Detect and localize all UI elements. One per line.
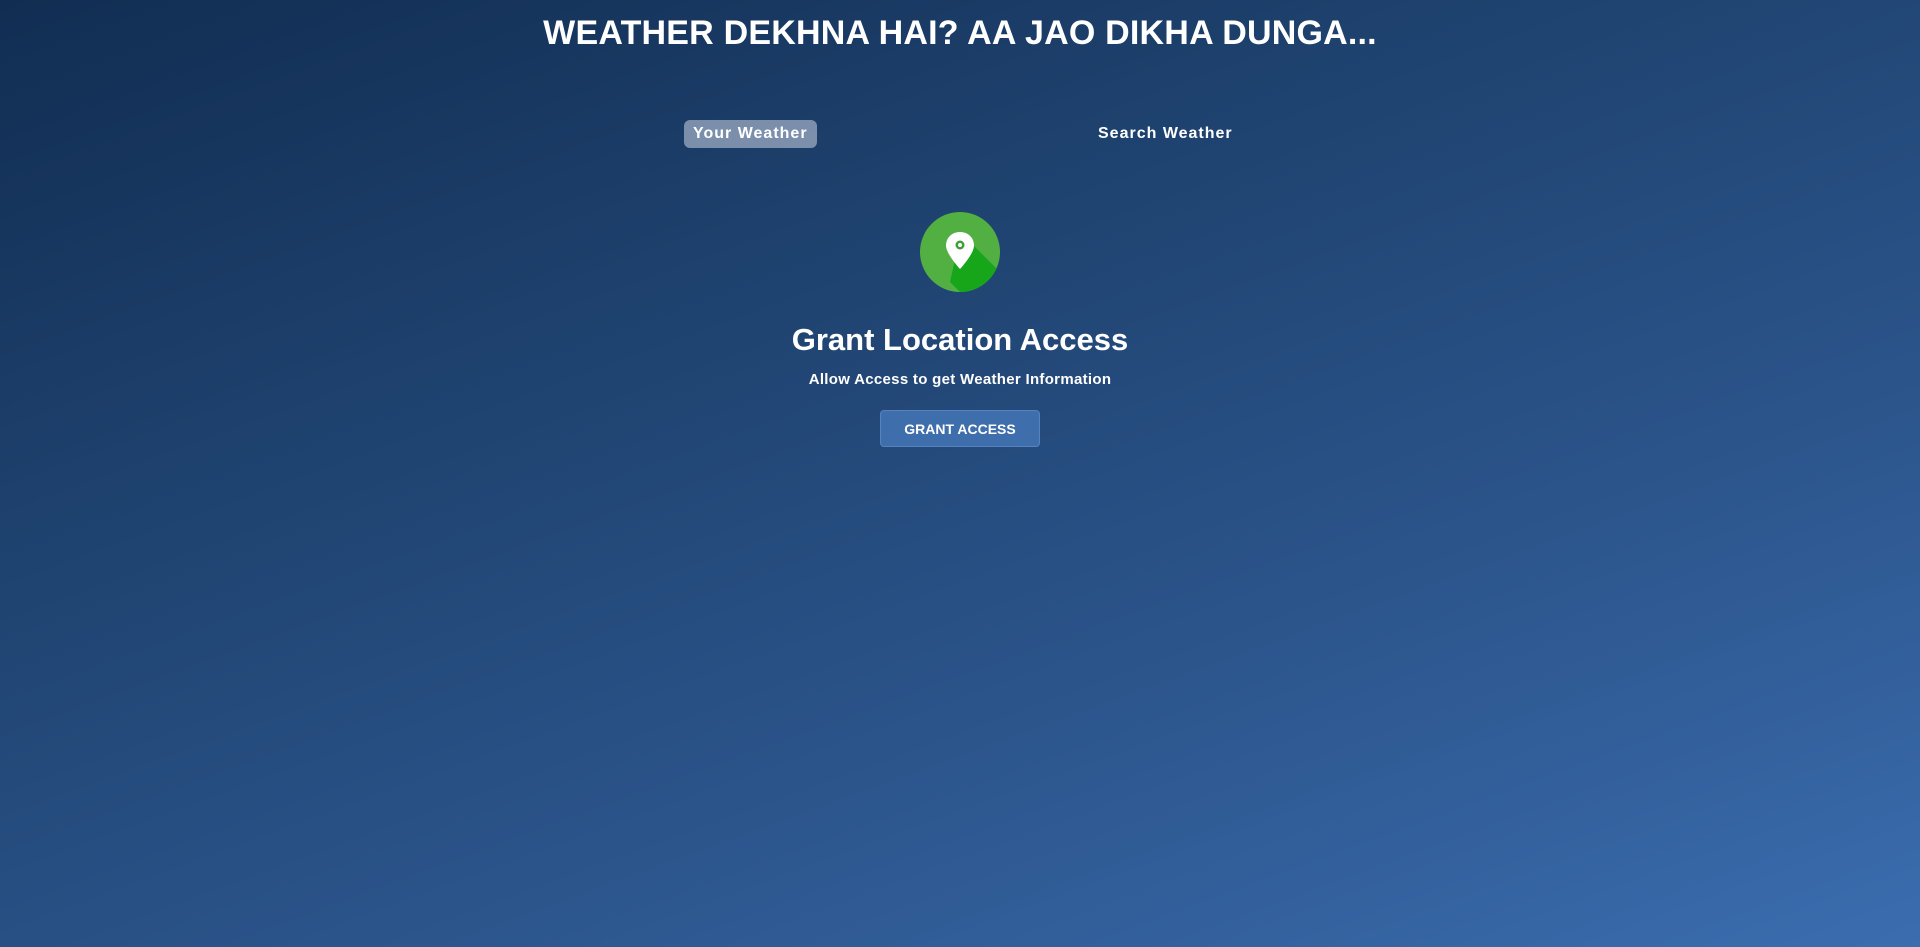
grant-heading: Grant Location Access — [791, 322, 1129, 357]
grant-subtext: Allow Access to get Weather Information — [808, 371, 1112, 388]
grant-location-panel: Grant Location Access Allow Access to ge… — [0, 212, 1920, 447]
grant-access-button[interactable]: GRANT ACCESS — [880, 410, 1040, 447]
tab-your-weather[interactable]: Your Weather — [684, 120, 817, 148]
tab-search-weather[interactable]: Search Weather — [1089, 120, 1242, 148]
tab-bar: Your Weather Search Weather — [0, 120, 1920, 150]
page-title: WEATHER DEKHNA HAI? AA JAO DIKHA DUNGA..… — [543, 14, 1377, 52]
location-pin-icon — [920, 212, 1000, 292]
